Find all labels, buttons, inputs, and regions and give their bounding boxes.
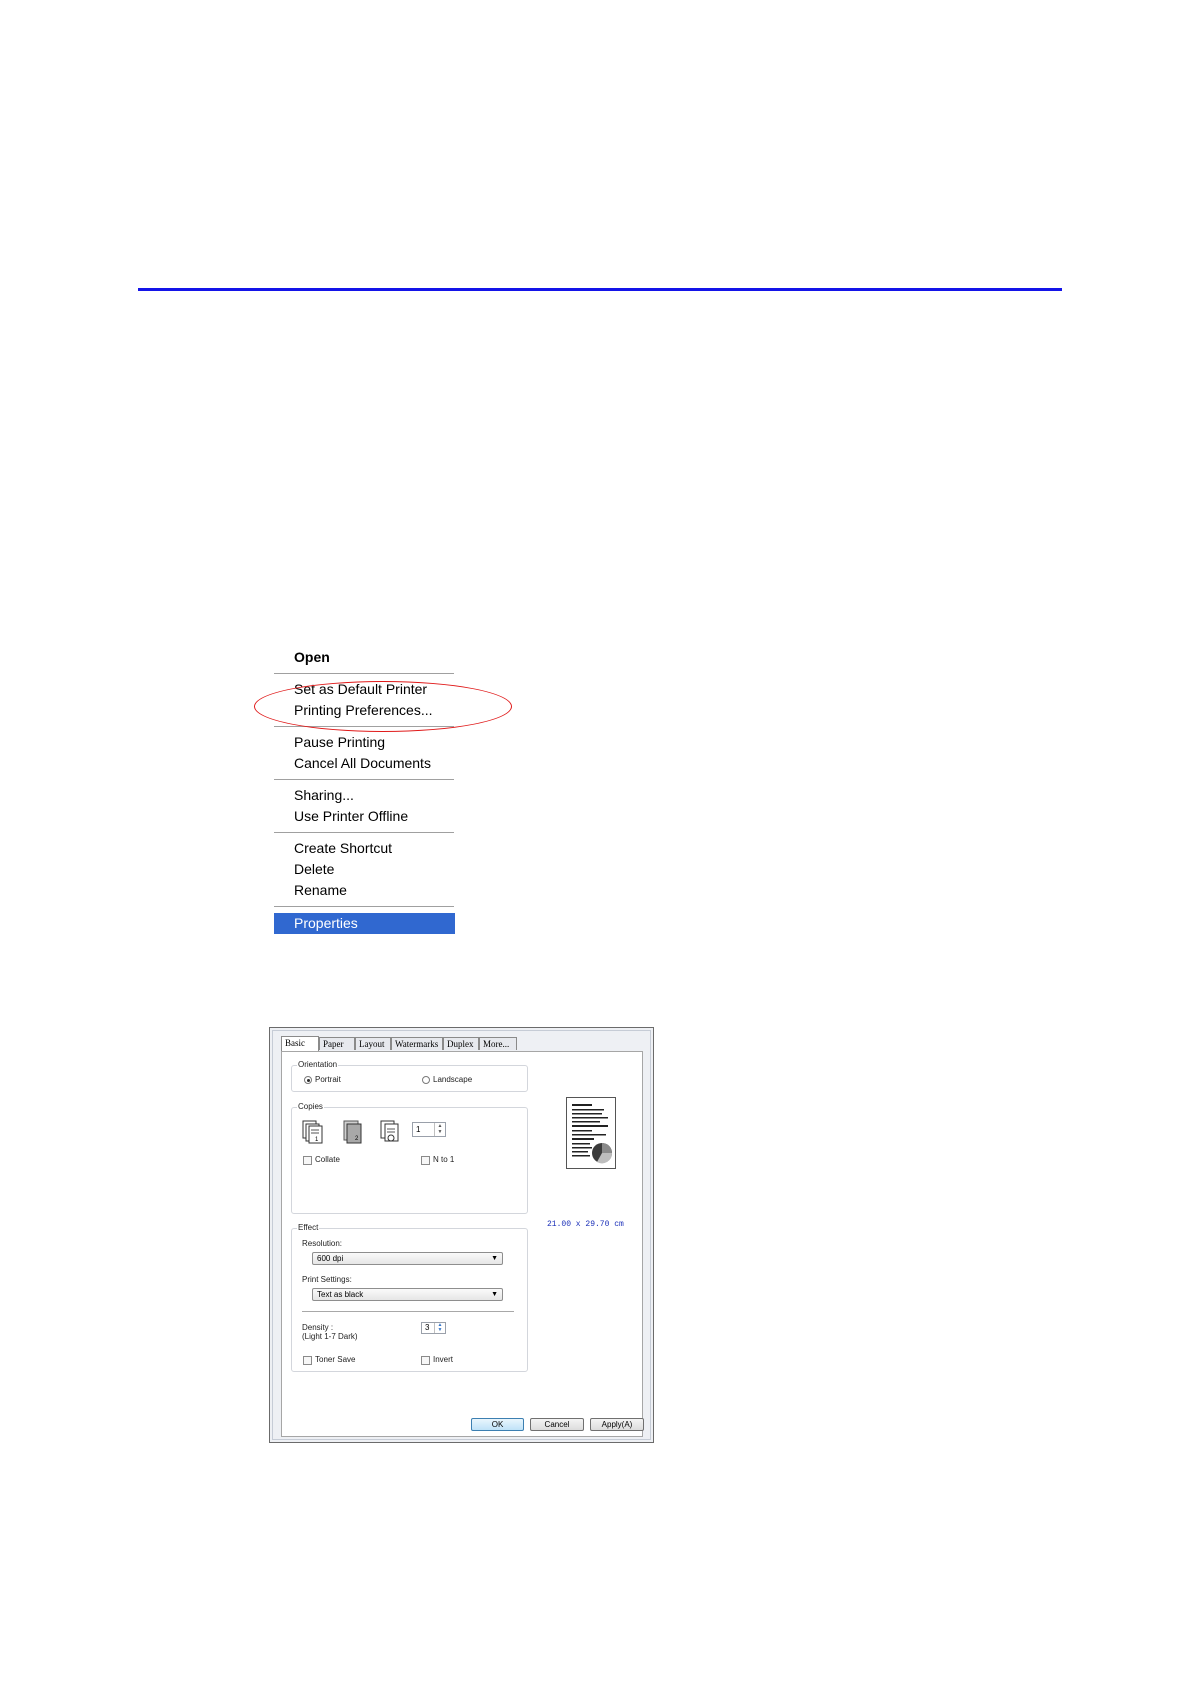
ok-button[interactable]: OK (471, 1418, 524, 1431)
landscape-radio[interactable] (422, 1076, 430, 1084)
collate-label: Collate (315, 1155, 340, 1164)
page-preview (566, 1097, 616, 1169)
menu-item-create-shortcut[interactable]: Create Shortcut (274, 838, 455, 858)
resolution-label: Resolution: (302, 1239, 343, 1248)
invert-label: Invert (433, 1355, 454, 1364)
menu-item-sharing[interactable]: Sharing... (274, 785, 455, 805)
tab-more[interactable]: More... (479, 1037, 517, 1050)
copies-value: 1 (416, 1125, 421, 1134)
toner-save-label: Toner Save (315, 1355, 356, 1364)
menu-item-open[interactable]: Open (274, 647, 455, 667)
tab-watermarks[interactable]: Watermarks (391, 1037, 443, 1050)
menu-item-cancel-all-documents[interactable]: Cancel All Documents (274, 753, 455, 773)
resolution-value: 600 dpi (317, 1254, 344, 1263)
dropdown-arrow-icon: ▼ (491, 1255, 498, 1262)
menu-item-properties[interactable]: Properties (274, 913, 455, 934)
reverse-order-icon (380, 1120, 399, 1142)
menu-item-rename[interactable]: Rename (274, 880, 455, 900)
copies-title: Copies (297, 1102, 324, 1112)
spin-arrows-icon[interactable]: ▲ ▼ (434, 1123, 445, 1136)
header-rule (138, 288, 1062, 291)
effect-group: Effect Resolution: 600 dpi ▼ Print Setti… (291, 1223, 528, 1372)
effect-title: Effect (297, 1223, 320, 1233)
collate-checkbox[interactable] (303, 1156, 312, 1165)
print-settings-label: Print Settings: (302, 1275, 352, 1284)
effect-divider (302, 1311, 514, 1312)
menu-item-use-printer-offline[interactable]: Use Printer Offline (274, 806, 455, 826)
landscape-label: Landscape (433, 1075, 473, 1084)
menu-separator (274, 906, 454, 907)
collate-pages-icon: 1 (302, 1120, 323, 1144)
apply-button[interactable]: Apply(A) (590, 1418, 644, 1431)
tab-basic[interactable]: Basic (281, 1036, 319, 1051)
print-settings-select[interactable]: Text as black ▼ (312, 1288, 503, 1301)
spin-arrows-icon[interactable]: ▲ ▼ (434, 1323, 445, 1333)
cancel-button[interactable]: Cancel (530, 1418, 584, 1431)
n-to-1-label: N to 1 (433, 1155, 455, 1164)
tab-layout[interactable]: Layout (355, 1037, 391, 1050)
portrait-label: Portrait (315, 1075, 341, 1084)
copies-group: Copies 1 2 1 ▲ ▼ Collate N to 1 (291, 1102, 528, 1214)
printing-preferences-dialog: Basic Paper Layout Watermarks Duplex Mor… (269, 1027, 654, 1443)
tab-paper[interactable]: Paper (319, 1037, 355, 1050)
paper-size-readout: 21.00 x 29.70 cm (547, 1220, 624, 1229)
page-preview-graphic-icon (572, 1104, 613, 1164)
portrait-radio[interactable] (304, 1076, 312, 1084)
highlight-oval (254, 681, 512, 732)
menu-item-pause-printing[interactable]: Pause Printing (274, 732, 455, 752)
orientation-group: Orientation Portrait Landscape (291, 1060, 528, 1092)
menu-separator (274, 779, 454, 780)
copies-stepper[interactable]: 1 ▲ ▼ (412, 1122, 446, 1137)
print-settings-value: Text as black (317, 1290, 364, 1299)
stacked-pages-icon: 2 (343, 1120, 362, 1144)
density-stepper[interactable]: 3 ▲ ▼ (421, 1322, 446, 1334)
orientation-title: Orientation (297, 1060, 339, 1070)
dropdown-arrow-icon: ▼ (491, 1291, 498, 1298)
invert-checkbox[interactable] (421, 1356, 430, 1365)
density-range-label: (Light 1-7 Dark) (302, 1332, 358, 1341)
menu-separator (274, 832, 454, 833)
tab-duplex[interactable]: Duplex (443, 1037, 479, 1050)
resolution-select[interactable]: 600 dpi ▼ (312, 1252, 503, 1265)
n-to-1-checkbox[interactable] (421, 1156, 430, 1165)
density-value: 3 (425, 1323, 430, 1332)
toner-save-checkbox[interactable] (303, 1356, 312, 1365)
basic-tab-pane: Orientation Portrait Landscape Copies 1 … (281, 1051, 643, 1437)
menu-separator (274, 673, 454, 674)
menu-item-delete[interactable]: Delete (274, 859, 455, 879)
